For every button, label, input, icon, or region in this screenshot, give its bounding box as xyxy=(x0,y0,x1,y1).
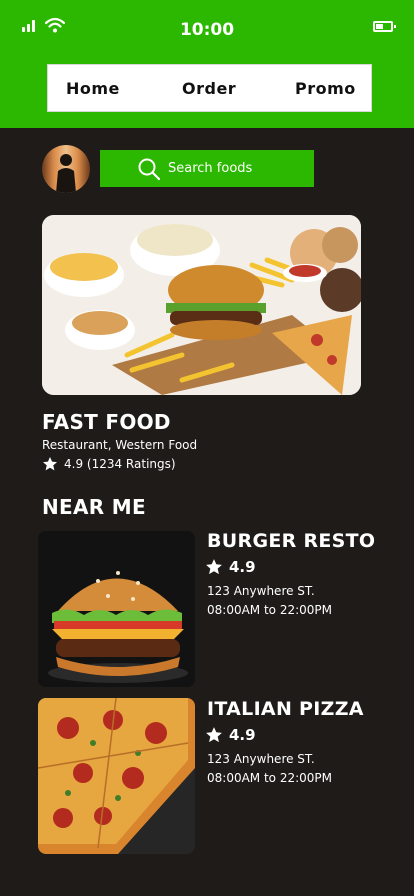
star-icon xyxy=(206,559,222,575)
top-nav: Home Order Promo xyxy=(47,64,372,112)
card-rating-value: 4.9 xyxy=(229,558,256,576)
burger-illustration xyxy=(38,531,195,687)
search-input[interactable] xyxy=(168,150,308,187)
header: 10:00 Home Order Promo xyxy=(0,0,414,128)
user-silhouette-icon xyxy=(56,154,76,193)
card-hours-italian-pizza: 08:00AM to 22:00PM xyxy=(207,771,332,785)
battery-icon xyxy=(373,21,396,32)
card-name-burger-resto[interactable]: BURGER RESTO xyxy=(207,530,375,552)
card-name-italian-pizza[interactable]: ITALIAN PIZZA xyxy=(207,698,364,720)
featured-title: FAST FOOD xyxy=(42,410,171,434)
card-hours-burger-resto: 08:00AM to 22:00PM xyxy=(207,603,332,617)
card-address-burger-resto: 123 Anywhere ST. xyxy=(207,584,315,598)
card-rating-burger-resto: 4.9 xyxy=(205,558,256,576)
burger-resto-image[interactable] xyxy=(38,531,195,687)
card-rating-italian-pizza: 4.9 xyxy=(205,726,256,744)
pizza-illustration xyxy=(38,698,195,854)
avatar[interactable] xyxy=(42,145,90,193)
near-me-heading: NEAR ME xyxy=(42,495,146,519)
status-time: 10:00 xyxy=(179,20,235,40)
italian-pizza-image[interactable] xyxy=(38,698,195,854)
search-icon xyxy=(138,158,161,181)
featured-subtitle: Restaurant, Western Food xyxy=(42,438,198,452)
nav-order[interactable]: Order xyxy=(182,65,236,113)
star-icon xyxy=(43,457,57,471)
status-bar: 10:00 xyxy=(0,0,414,60)
card-address-italian-pizza: 123 Anywhere ST. xyxy=(207,752,315,766)
featured-rating-text: 4.9 (1234 Ratings) xyxy=(64,457,176,471)
fast-food-illustration xyxy=(42,215,361,395)
nav-promo[interactable]: Promo xyxy=(295,65,356,113)
featured-rating: 4.9 (1234 Ratings) xyxy=(42,456,176,472)
featured-image[interactable] xyxy=(42,215,361,395)
nav-home[interactable]: Home xyxy=(66,65,120,113)
star-icon xyxy=(206,727,222,743)
search-bar[interactable] xyxy=(100,150,314,187)
card-rating-value: 4.9 xyxy=(229,726,256,744)
